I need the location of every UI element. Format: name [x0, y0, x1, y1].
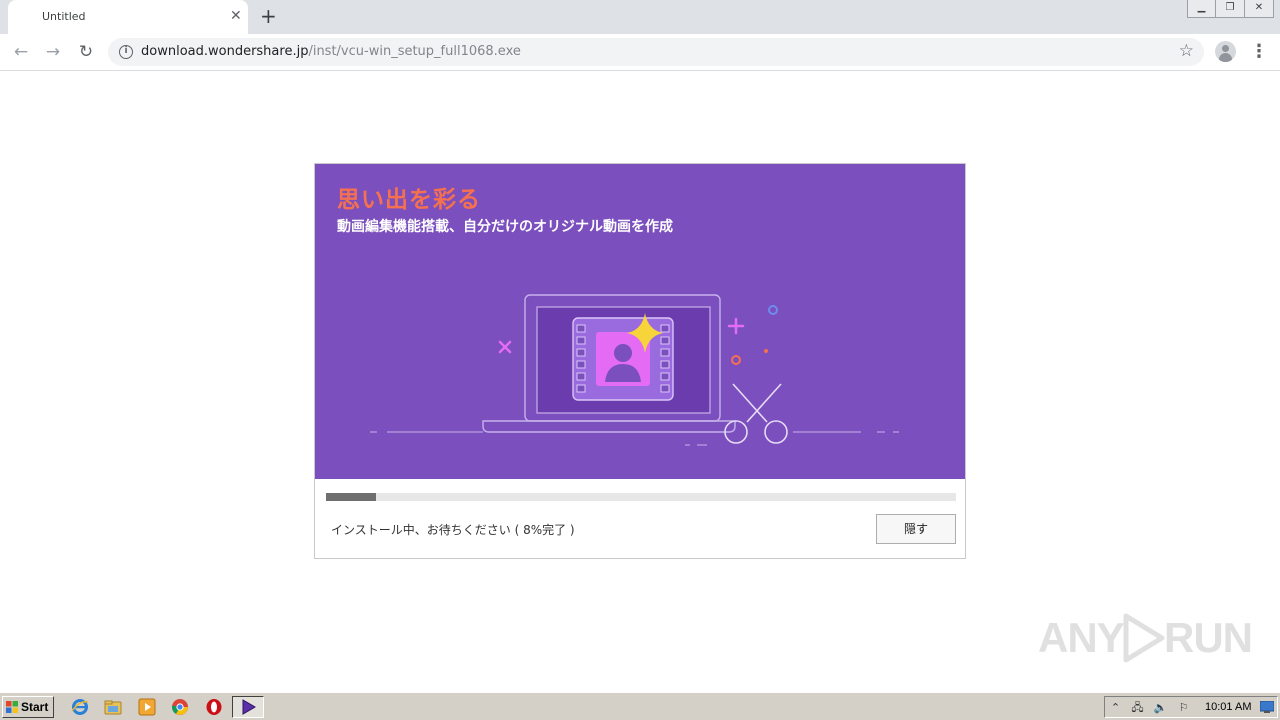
watermark-play-icon [1123, 613, 1165, 663]
bookmark-star-icon[interactable]: ☆ [1179, 41, 1194, 61]
address-bar[interactable]: i download.wondershare.jp/inst/vcu-win_s… [108, 38, 1204, 66]
url-host: download.wondershare.jp [141, 44, 309, 59]
tab-close-icon[interactable]: ✕ [230, 8, 242, 24]
new-tab-button[interactable]: + [260, 5, 277, 27]
chrome-icon[interactable] [171, 698, 189, 716]
install-status-text: インストール中、お待ちください ( 8%完了 ) [331, 523, 575, 537]
system-tray: ⌃ 🖧 🔈 ⚐ [1104, 696, 1278, 718]
tray-expand-icon[interactable]: ⌃ [1108, 700, 1123, 715]
window-controls: ▁ ❐ ✕ [1187, 0, 1274, 18]
forward-arrow-icon[interactable]: → [43, 42, 63, 62]
explorer-icon[interactable] [104, 698, 122, 716]
media-player-icon[interactable] [138, 698, 156, 716]
close-window-button[interactable]: ✕ [1245, 0, 1274, 18]
network-icon[interactable]: 🖧 [1130, 700, 1145, 715]
watermark-run-text: RUN [1164, 614, 1253, 661]
installer-taskbar-button[interactable] [232, 696, 264, 718]
minimize-button[interactable]: ▁ [1187, 0, 1216, 18]
installer-banner: 思い出を彩る 動画編集機能搭載、自分だけのオリジナル動画を作成 [315, 164, 965, 479]
tab-title: Untitled [42, 10, 86, 23]
back-arrow-icon[interactable]: ← [11, 42, 31, 62]
volume-icon[interactable]: 🔈 [1153, 700, 1168, 715]
browser-menu-icon[interactable]: ⋮ [1250, 42, 1268, 62]
install-progress-fill [326, 493, 377, 501]
watermark-any-text: ANY [1038, 614, 1125, 661]
show-desktop-icon[interactable] [1260, 701, 1274, 713]
install-progress-bar [326, 493, 956, 501]
reload-icon[interactable]: ↻ [76, 42, 96, 62]
windows-flag-icon [6, 701, 18, 713]
start-button[interactable]: Start [2, 696, 54, 718]
browser-toolbar: ← → ↻ i download.wondershare.jp/inst/vcu… [0, 34, 1280, 71]
tab-strip: Untitled ✕ + ▁ ❐ ✕ [0, 0, 1280, 34]
url-text[interactable]: download.wondershare.jp/inst/vcu-win_set… [141, 44, 521, 59]
installer-dialog: 思い出を彩る 動画編集機能搭載、自分だけのオリジナル動画を作成 インストール中、… [314, 163, 966, 559]
banner-subline: 動画編集機能搭載、自分だけのオリジナル動画を作成 [337, 219, 673, 235]
url-path: /inst/vcu-win_setup_full1068.exe [308, 44, 521, 59]
banner-headline: 思い出を彩る [337, 187, 481, 213]
browser-tab[interactable]: Untitled ✕ [8, 0, 248, 34]
action-center-flag-icon[interactable]: ⚐ [1176, 700, 1191, 715]
ie-icon[interactable] [71, 698, 89, 716]
profile-avatar-icon[interactable] [1215, 41, 1236, 62]
hide-button[interactable]: 隠す [876, 514, 956, 544]
taskbar: Start ⌃ 🖧 🔈 ⚐ 10:01 AM [0, 692, 1280, 720]
site-info-icon[interactable]: i [119, 45, 133, 59]
restore-button[interactable]: ❐ [1216, 0, 1245, 18]
opera-icon[interactable] [205, 698, 223, 716]
installer-icon [242, 699, 256, 715]
anyrun-watermark: ANY RUN [1036, 606, 1253, 670]
start-label: Start [21, 700, 49, 714]
taskbar-clock: 10:01 AM [1205, 701, 1252, 713]
